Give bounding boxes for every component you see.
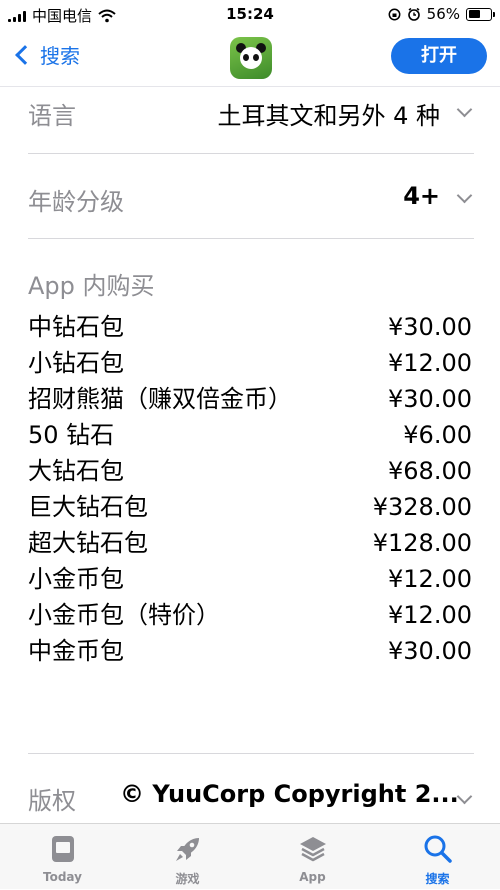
tab-label: App bbox=[299, 870, 326, 884]
rocket-icon bbox=[175, 838, 199, 861]
today-icon bbox=[51, 836, 74, 862]
orientation-lock-icon bbox=[388, 8, 401, 20]
tab-apps[interactable]: App bbox=[250, 824, 375, 890]
tab-games[interactable]: 游戏 bbox=[125, 824, 250, 890]
iap-name: 巨大钻石包 bbox=[28, 493, 148, 521]
layers-icon bbox=[299, 837, 326, 862]
iap-price: ¥68.00 bbox=[388, 457, 472, 485]
tab-label: Today bbox=[43, 870, 82, 884]
status-bar: 中国电信 15:24 56% bbox=[0, 0, 500, 30]
nav-divider bbox=[0, 86, 500, 87]
iap-name: 小金币包（特价） bbox=[28, 601, 220, 629]
tab-search[interactable]: 搜索 bbox=[375, 824, 500, 890]
panda-eye-right bbox=[253, 54, 259, 61]
iap-name: 小钻石包 bbox=[28, 349, 124, 377]
chevron-left-icon bbox=[15, 44, 35, 65]
iap-name: 中钻石包 bbox=[28, 313, 124, 341]
in-app-purchases-title: App 内购买 bbox=[28, 272, 155, 300]
copyright-value[interactable]: © YuuCorp Copyright 2... bbox=[120, 780, 459, 808]
iap-price: ¥30.00 bbox=[388, 313, 472, 341]
iap-name: 大钻石包 bbox=[28, 457, 124, 485]
iap-price: ¥128.00 bbox=[372, 529, 472, 557]
tab-label: 搜索 bbox=[425, 872, 450, 886]
alarm-icon bbox=[407, 7, 420, 21]
open-button[interactable]: 打开 bbox=[391, 38, 487, 74]
iap-row: 巨大钻石包 ¥328.00 bbox=[28, 489, 474, 525]
iap-row: 招财熊猫（赚双倍金币） ¥30.00 bbox=[28, 381, 474, 417]
age-rating-row[interactable]: 年龄分级 4+ bbox=[28, 178, 474, 218]
iap-row: 小钻石包 ¥12.00 bbox=[28, 345, 474, 381]
iap-name: 招财熊猫（赚双倍金币） bbox=[28, 385, 292, 413]
tab-today[interactable]: Today bbox=[0, 824, 125, 890]
iap-row: 中钻石包 ¥30.00 bbox=[28, 309, 474, 345]
battery-icon bbox=[466, 7, 495, 21]
tab-label: 游戏 bbox=[175, 872, 200, 886]
chevron-down-icon bbox=[456, 101, 473, 118]
iap-row: 中金币包 ¥30.00 bbox=[28, 633, 474, 669]
iap-name: 小金币包 bbox=[28, 565, 124, 593]
iap-name: 超大钻石包 bbox=[28, 529, 148, 557]
age-rating-value: 4+ bbox=[403, 182, 440, 210]
iap-row: 小金币包（特价） ¥12.00 bbox=[28, 597, 474, 633]
panda-face bbox=[240, 47, 262, 69]
chevron-down-icon[interactable] bbox=[456, 788, 473, 805]
app-icon bbox=[230, 37, 272, 79]
language-value: 土耳其文和另外 4 种 bbox=[217, 102, 440, 130]
iap-price: ¥12.00 bbox=[388, 349, 472, 377]
iap-row: 大钻石包 ¥68.00 bbox=[28, 453, 474, 489]
language-row[interactable]: 语言 土耳其文和另外 4 种 bbox=[28, 92, 474, 132]
iap-price: ¥6.00 bbox=[403, 421, 472, 449]
iap-price: ¥12.00 bbox=[388, 601, 472, 629]
battery-percent: 56% bbox=[426, 5, 460, 23]
iap-price: ¥30.00 bbox=[388, 385, 472, 413]
back-button-label: 搜索 bbox=[40, 44, 80, 68]
iap-price: ¥328.00 bbox=[372, 493, 472, 521]
search-icon bbox=[424, 835, 452, 863]
age-rating-label: 年龄分级 bbox=[28, 188, 124, 216]
iap-row: 超大钻石包 ¥128.00 bbox=[28, 525, 474, 561]
iap-name: 中金币包 bbox=[28, 637, 124, 665]
battery-level bbox=[468, 10, 481, 18]
row-divider bbox=[28, 238, 474, 239]
chevron-down-icon bbox=[456, 187, 473, 204]
panda-eye-left bbox=[243, 54, 249, 61]
iap-row: 50 钻石 ¥6.00 bbox=[28, 417, 474, 453]
iap-name: 50 钻石 bbox=[28, 421, 115, 449]
row-divider bbox=[28, 753, 474, 754]
nav-bar: 搜索 打开 bbox=[0, 30, 500, 86]
copyright-label: 版权 bbox=[28, 787, 76, 815]
iap-row: 小金币包 ¥12.00 bbox=[28, 561, 474, 597]
row-divider bbox=[28, 153, 474, 154]
language-label: 语言 bbox=[28, 102, 76, 130]
status-right: 56% bbox=[388, 5, 495, 23]
iap-price: ¥30.00 bbox=[388, 637, 472, 665]
in-app-purchases-list: 中钻石包 ¥30.00 小钻石包 ¥12.00 招财熊猫（赚双倍金币） ¥30.00 50 … bbox=[28, 309, 474, 669]
iap-price: ¥12.00 bbox=[388, 565, 472, 593]
tab-bar: Today 游戏 App 搜索 bbox=[0, 823, 500, 889]
back-button[interactable]: 搜索 bbox=[12, 40, 80, 69]
